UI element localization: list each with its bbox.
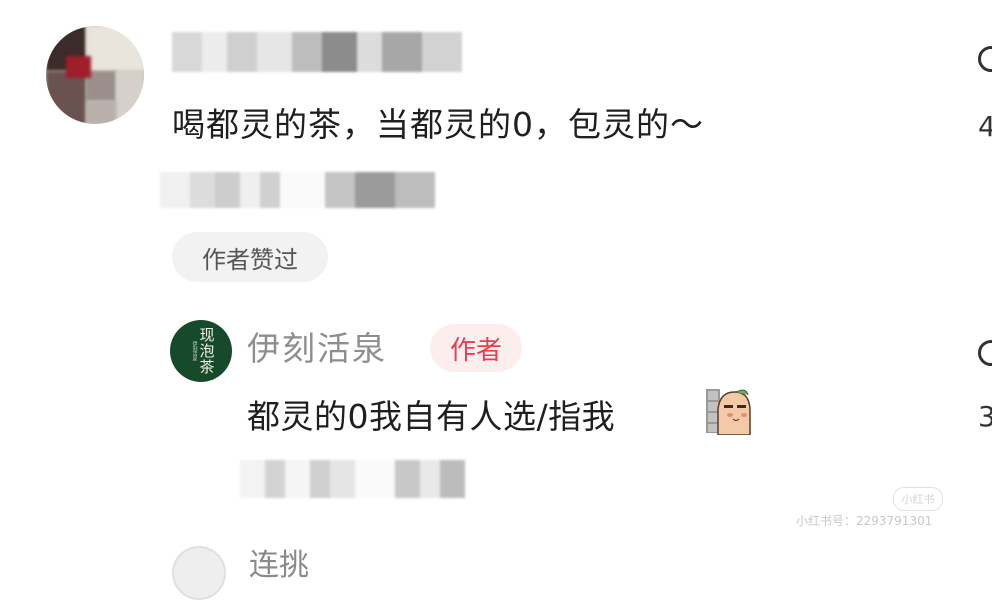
watermark-logo: 小红书	[893, 487, 943, 511]
reply-text: 都灵的0我自有人选/指我	[247, 397, 616, 436]
like-icon[interactable]	[978, 46, 992, 72]
avatar[interactable]	[172, 546, 226, 600]
blurred-username	[172, 32, 462, 72]
reply-username[interactable]: 伊刻活泉	[247, 322, 387, 370]
blurred-timestamp	[240, 460, 500, 498]
author-liked-badge: 作者赞过	[172, 232, 328, 282]
peeking-sticker-icon	[706, 389, 751, 435]
avatar-logo-text: 现泡茶	[197, 327, 216, 375]
avatar[interactable]: 伊刻活泉 现泡茶	[170, 320, 232, 382]
like-icon[interactable]	[978, 340, 992, 366]
avatar[interactable]	[46, 26, 144, 124]
author-badge: 作者	[430, 324, 522, 372]
comment-text: 喝都灵的茶，当都灵的0，包灵的～	[172, 105, 704, 144]
blurred-timestamp	[160, 172, 435, 208]
like-count: 4	[978, 110, 992, 143]
watermark-text: 小红书号：2293791301	[796, 514, 933, 528]
comment-username[interactable]: 连挑	[249, 540, 309, 584]
like-count: 3	[978, 400, 992, 433]
